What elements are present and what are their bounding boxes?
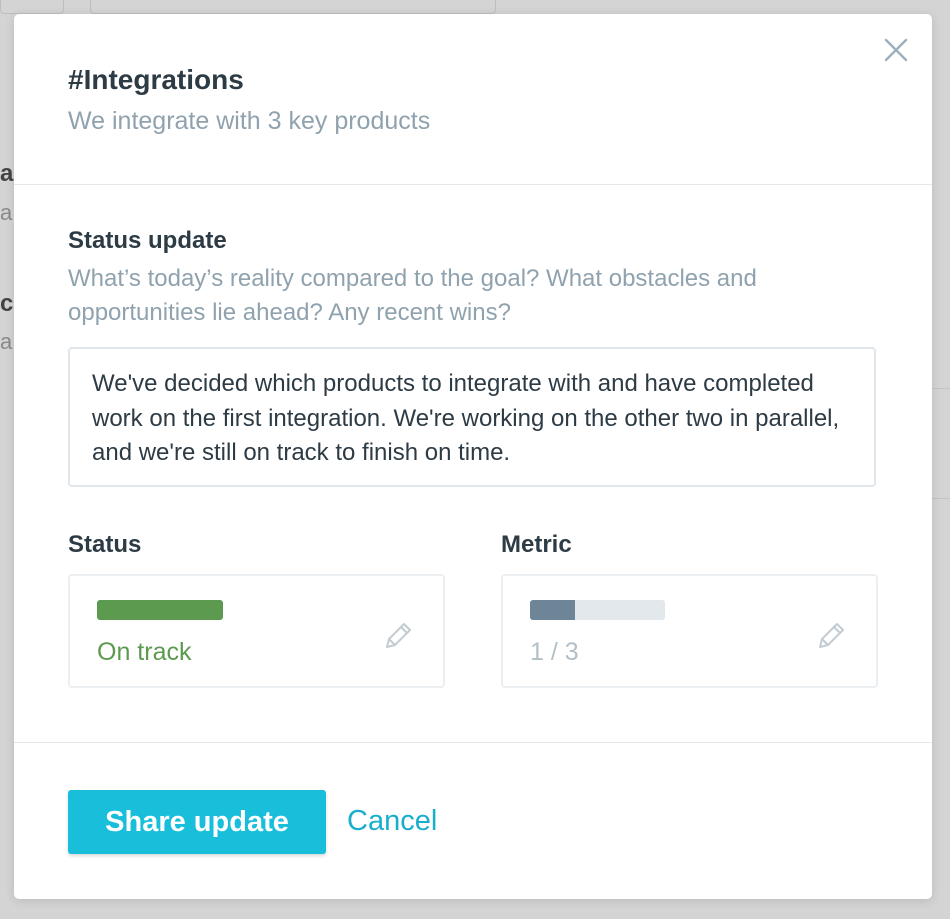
cancel-link[interactable]: Cancel <box>347 805 437 838</box>
pencil-icon[interactable] <box>815 620 847 652</box>
metric-progress-bar <box>530 600 665 620</box>
background-input <box>90 0 496 14</box>
modal-header: #Integrations We integrate with 3 key pr… <box>14 14 932 185</box>
metric-value: 1 / 3 <box>530 638 579 666</box>
pencil-icon[interactable] <box>382 620 414 652</box>
background-divider <box>932 388 950 389</box>
status-update-modal: #Integrations We integrate with 3 key pr… <box>14 14 932 899</box>
background-text: a <box>0 329 13 354</box>
background-box <box>0 0 64 14</box>
background-text: c <box>0 290 14 317</box>
metric-progress-fill <box>530 600 575 620</box>
footer-divider <box>14 742 932 743</box>
status-update-label: Status update <box>68 227 227 254</box>
background-text: a <box>0 160 14 187</box>
status-label: Status <box>68 531 142 558</box>
metric-label: Metric <box>501 531 572 558</box>
background-divider <box>932 498 950 499</box>
modal-subtitle: We integrate with 3 key products <box>68 107 431 135</box>
close-icon[interactable] <box>884 38 908 62</box>
metric-card[interactable]: 1 / 3 <box>501 574 878 688</box>
status-card[interactable]: On track <box>68 574 445 688</box>
share-update-button[interactable]: Share update <box>68 790 326 854</box>
status-update-text: We've decided which products to integrat… <box>92 370 840 466</box>
status-update-help: What’s today’s reality compared to the g… <box>68 265 757 326</box>
status-value: On track <box>97 638 192 666</box>
modal-title: #Integrations <box>68 64 244 95</box>
status-indicator-bar <box>97 600 223 620</box>
status-update-textarea[interactable]: We've decided which products to integrat… <box>68 347 876 487</box>
background-text: a <box>0 200 13 225</box>
